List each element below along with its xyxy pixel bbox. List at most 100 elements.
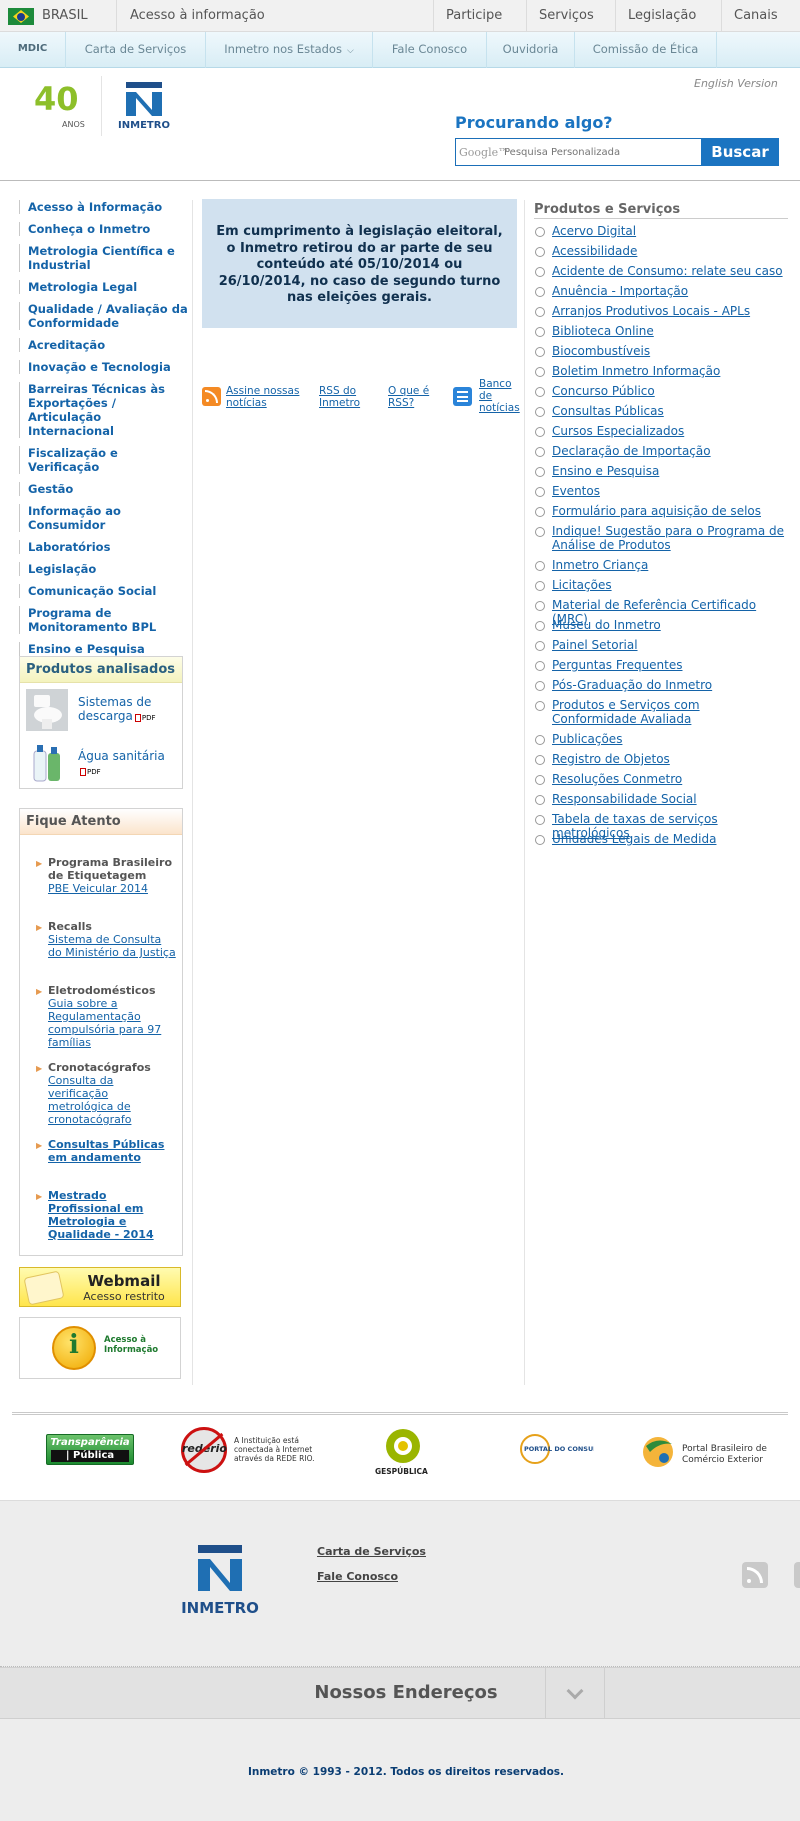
fique-item-link[interactable]: Consulta da verificação metrológica de c…: [48, 1074, 176, 1126]
servico-link[interactable]: Resoluções Conmetro: [535, 772, 787, 786]
mdic-fale-conosco[interactable]: Fale Conosco: [373, 32, 487, 68]
share-icon[interactable]: [794, 1562, 800, 1588]
portal-comercio-exterior-logo[interactable]: [640, 1434, 676, 1468]
servico-link[interactable]: Pós-Graduação do Inmetro: [535, 678, 787, 692]
footer-carta-servicos[interactable]: Carta de Serviços: [317, 1545, 426, 1558]
rss-icon[interactable]: [202, 387, 221, 406]
search-button[interactable]: Buscar: [701, 138, 779, 166]
inmetro-40-anos-logo[interactable]: 40 ANOS: [32, 80, 92, 130]
servico-link[interactable]: Boletim Inmetro Informação: [535, 364, 787, 378]
nav-ensino-pesquisa[interactable]: Ensino e Pesquisa: [19, 642, 191, 656]
mdic-inmetro-estados[interactable]: Inmetro nos Estados ⌵: [206, 32, 373, 68]
servico-link[interactable]: Cursos Especializados: [535, 424, 787, 438]
brazil-flag-icon: [8, 8, 34, 25]
english-version-link[interactable]: English Version: [694, 77, 778, 90]
acesso-informacao-link[interactable]: Acesso à informação: [130, 0, 265, 32]
divider: [433, 0, 434, 32]
mdic-link[interactable]: MDIC: [0, 32, 66, 68]
arrow-icon: ▶: [36, 1192, 43, 1201]
fique-item-link[interactable]: Mestrado Profissional em Metrologia e Qu…: [48, 1189, 176, 1241]
gov-legislacao-link[interactable]: Legislação: [628, 0, 696, 32]
nav-qualidade[interactable]: Qualidade / Avaliação da Conformidade: [19, 302, 191, 330]
produto-item[interactable]: Água sanitária PDF: [20, 741, 182, 785]
nav-metrologia-cientifica[interactable]: Metrologia Científica e Industrial: [19, 244, 191, 272]
gov-servicos-link[interactable]: Serviços: [539, 0, 594, 32]
fique-item-link[interactable]: Consultas Públicas em andamento: [48, 1138, 176, 1164]
rss-icon[interactable]: [742, 1562, 768, 1588]
servico-link[interactable]: Acervo Digital: [535, 224, 787, 238]
o-que-e-rss-link[interactable]: O que é RSS?: [388, 385, 438, 409]
servico-link[interactable]: Registro de Objetos: [535, 752, 787, 766]
mdic-carta-servicos[interactable]: Carta de Serviços: [66, 32, 206, 68]
nossos-enderecos-title[interactable]: Nossos Endereços: [0, 1667, 800, 1719]
transparencia-publica-logo[interactable]: Transparência | Pública: [46, 1434, 134, 1465]
inmetro-logo[interactable]: INMETRO: [104, 80, 184, 130]
nav-conheca-inmetro[interactable]: Conheça o Inmetro: [19, 222, 191, 236]
servico-link[interactable]: Declaração de Importação: [535, 444, 787, 458]
fique-item-link[interactable]: Sistema de Consulta do Ministério da Jus…: [48, 933, 176, 959]
servico-link[interactable]: Acessibilidade: [535, 244, 787, 258]
nav-acreditacao[interactable]: Acreditação: [19, 338, 191, 352]
servico-link[interactable]: Concurso Público: [535, 384, 787, 398]
servico-link[interactable]: Acidente de Consumo: relate seu caso: [535, 264, 787, 278]
servico-link[interactable]: Biblioteca Online: [535, 324, 787, 338]
rederio-logo[interactable]: rederio: [181, 1427, 227, 1473]
assine-noticias-link[interactable]: Assine nossas notícias: [226, 385, 306, 409]
nav-informacao-consumidor[interactable]: Informação ao Consumidor: [19, 504, 191, 532]
nav-laboratorios[interactable]: Laboratórios: [19, 540, 191, 554]
servico-link[interactable]: Eventos: [535, 484, 787, 498]
servico-link[interactable]: Indique! Sugestão para o Programa de Aná…: [535, 524, 787, 552]
nav-acesso-informacao[interactable]: Acesso à Informação: [19, 200, 191, 214]
servico-link[interactable]: Inmetro Criança: [535, 558, 787, 572]
brasil-label[interactable]: BRASIL: [42, 0, 88, 32]
transparencia-text: Transparência: [50, 1437, 130, 1448]
servico-link[interactable]: Painel Setorial: [535, 638, 787, 652]
bottle-thumbnail: [33, 745, 60, 782]
pdf-icon: PDF: [134, 711, 156, 725]
mdic-bar: MDIC Carta de Serviços Inmetro nos Estad…: [0, 32, 800, 68]
servico-link[interactable]: Formulário para aquisição de selos: [535, 504, 787, 518]
fique-item: ▶ Cronotacógrafos Consulta da verificaçã…: [36, 1061, 176, 1126]
chevron-down-icon[interactable]: [545, 1667, 605, 1719]
rss-inmetro-link[interactable]: RSS do Inmetro: [319, 385, 369, 409]
servico-link[interactable]: Anuência - Importação: [535, 284, 787, 298]
nav-inovacao[interactable]: Inovação e Tecnologia: [19, 360, 191, 374]
servico-link[interactable]: Perguntas Frequentes: [535, 658, 787, 672]
nav-programa-bpl[interactable]: Programa de Monitoramento BPL: [19, 606, 191, 634]
gov-canais-link[interactable]: Canais: [734, 0, 778, 32]
nav-legislacao[interactable]: Legislação: [19, 562, 191, 576]
fique-item-link[interactable]: Guia sobre a Regulamentação compulsória …: [48, 997, 176, 1049]
fique-item-link[interactable]: PBE Veicular 2014: [48, 882, 176, 895]
footer-fale-conosco[interactable]: Fale Conosco: [317, 1570, 398, 1583]
nav-metrologia-legal[interactable]: Metrologia Legal: [19, 280, 191, 294]
portal-consumidor-logo[interactable]: PORTAL DO CONSUMIDOR: [520, 1434, 594, 1464]
partners-divider: [12, 1412, 788, 1415]
servico-link[interactable]: Museu do Inmetro: [535, 618, 787, 632]
nav-barreiras-tecnicas[interactable]: Barreiras Técnicas às Exportações / Arti…: [19, 382, 191, 438]
gov-participe-link[interactable]: Participe: [446, 0, 502, 32]
produto-item[interactable]: Sistemas de descarga PDF: [20, 689, 182, 735]
mdic-ouvidoria[interactable]: Ouvidoria: [487, 32, 575, 68]
servico-link[interactable]: Responsabilidade Social: [535, 792, 787, 806]
servico-link[interactable]: Licitações: [535, 578, 787, 592]
servico-link[interactable]: Publicações: [535, 732, 787, 746]
produto-link[interactable]: Água sanitária PDF: [78, 749, 178, 779]
footer-inmetro-logo[interactable]: INMETRO: [178, 1545, 262, 1620]
banco-noticias-link[interactable]: Banco de notícias: [479, 378, 521, 414]
servico-link[interactable]: Unidades Legais de Medida: [535, 832, 787, 846]
acesso-informacao-badge[interactable]: i Acesso à Informação: [19, 1317, 181, 1379]
nav-comunicacao-social[interactable]: Comunicação Social: [19, 584, 191, 598]
servico-link[interactable]: Consultas Públicas: [535, 404, 787, 418]
search-field[interactable]: Google™: [455, 138, 701, 166]
servico-link[interactable]: Ensino e Pesquisa: [535, 464, 787, 478]
nav-fiscalizacao[interactable]: Fiscalização e Verificação: [19, 446, 191, 474]
produto-link[interactable]: Sistemas de descarga PDF: [78, 695, 178, 725]
fique-item: ▶ Programa Brasileiro de Etiquetagem PBE…: [36, 856, 176, 895]
servico-link[interactable]: Arranjos Produtivos Locais - APLs: [535, 304, 787, 318]
mdic-comissao-etica[interactable]: Comissão de Ética: [575, 32, 717, 68]
webmail-button[interactable]: Webmail Acesso restrito: [19, 1267, 181, 1307]
servico-link[interactable]: Produtos e Serviços com Conformidade Ava…: [535, 698, 787, 726]
list-icon[interactable]: [453, 387, 472, 406]
servico-link[interactable]: Biocombustíveis: [535, 344, 787, 358]
nav-gestao[interactable]: Gestão: [19, 482, 191, 496]
